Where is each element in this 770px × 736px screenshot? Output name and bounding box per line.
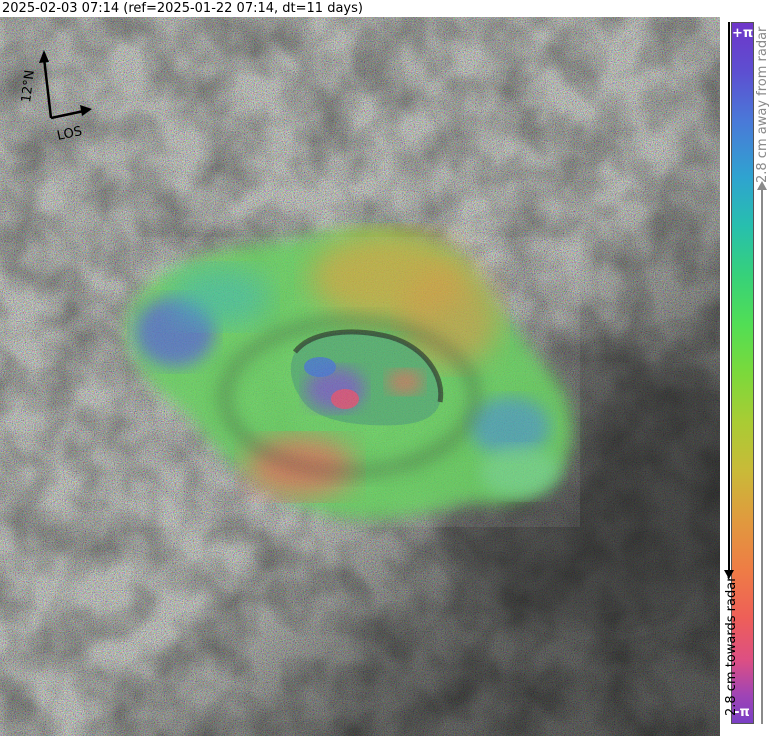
north-los-compass: 12°N LOS — [18, 48, 98, 144]
los-arrow-shaft — [50, 109, 85, 120]
colorbar-top-label: +π — [732, 26, 754, 41]
towards-arrow-line — [728, 22, 730, 572]
towards-radar-label: 2.8 cm towards radar — [724, 576, 739, 716]
deformation-area — [128, 229, 580, 527]
north-arrowhead — [39, 50, 49, 63]
north-arrow-shaft — [42, 57, 53, 119]
map-title: 2025-02-03 07:14 (ref=2025-01-22 07:14, … — [2, 1, 363, 16]
north-label: 12°N — [19, 69, 38, 103]
interferogram-map — [0, 17, 720, 736]
away-from-radar-label: 2.8 cm away from radar — [755, 26, 770, 183]
away-arrow-line — [761, 188, 763, 724]
los-label: LOS — [56, 124, 84, 143]
los-arrowhead — [80, 105, 92, 116]
